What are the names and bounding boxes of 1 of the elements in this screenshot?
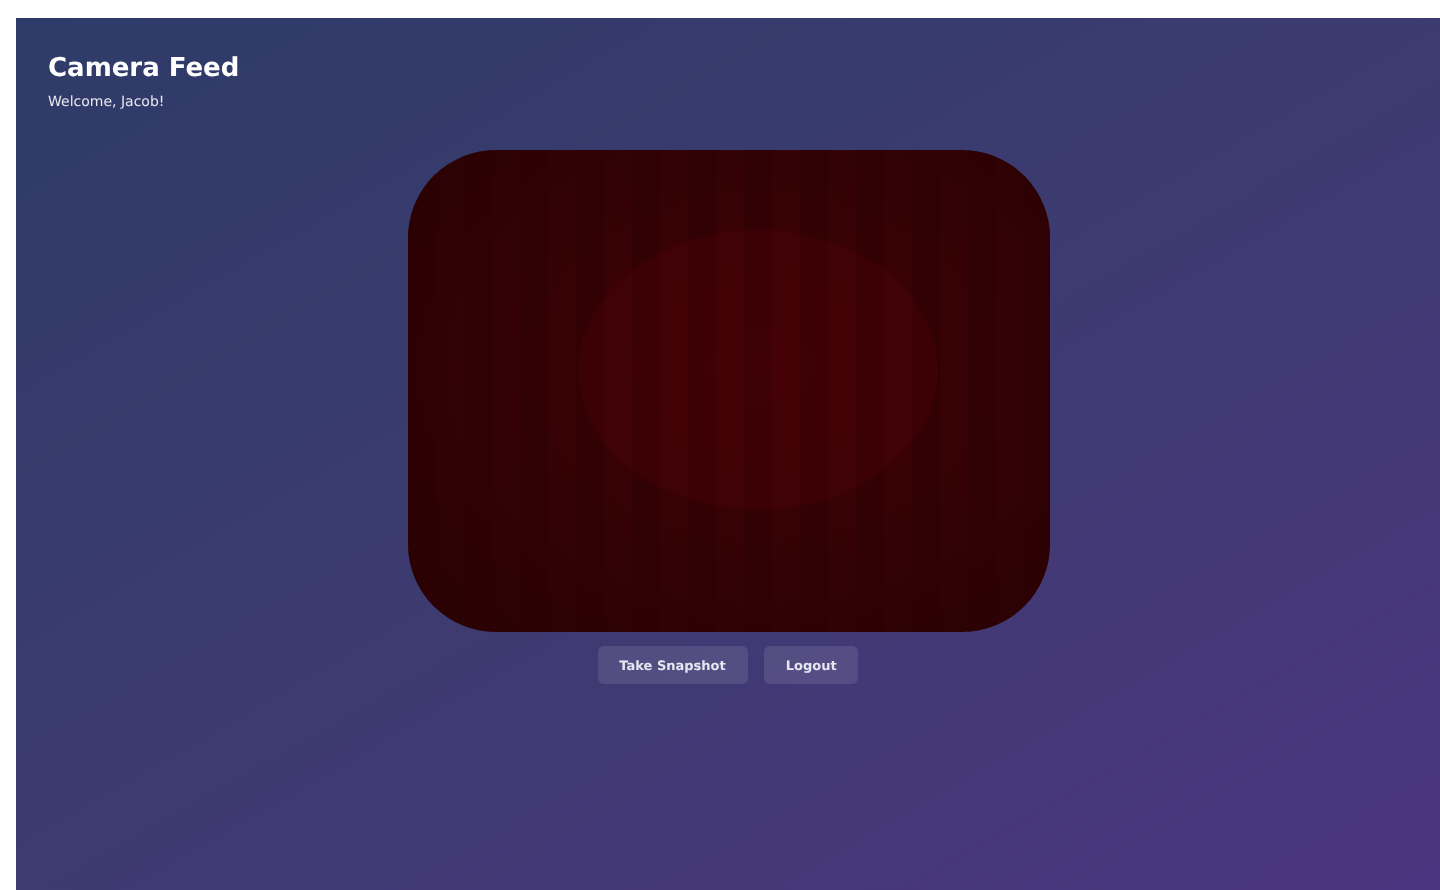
page-title: Camera Feed <box>48 54 242 84</box>
